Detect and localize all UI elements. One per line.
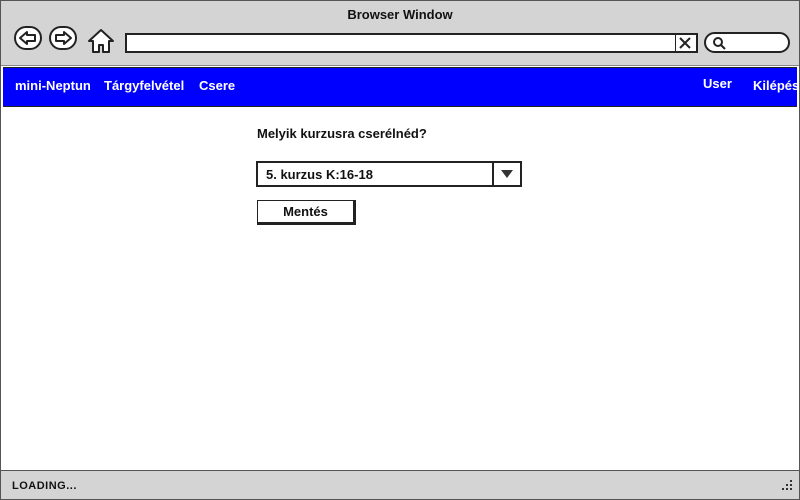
forward-button[interactable]	[49, 26, 77, 50]
nav-mini-neptun[interactable]: mini-Neptun	[15, 78, 91, 93]
nav-targyfelvetel[interactable]: Tárgyfelvétel	[104, 78, 184, 93]
status-text: LOADING...	[12, 480, 77, 492]
resize-grip-icon[interactable]	[781, 479, 793, 491]
status-bar: LOADING...	[1, 470, 799, 499]
back-arrow-icon	[19, 31, 36, 45]
clear-address-button[interactable]	[675, 35, 694, 51]
browser-window: Browser Window mini-Neptun Tárgyfelvétel…	[0, 0, 800, 500]
search-input[interactable]	[704, 32, 790, 53]
nav-user[interactable]: User	[703, 76, 732, 91]
search-icon	[713, 37, 726, 50]
home-icon	[88, 29, 114, 53]
course-question-label: Melyik kurzusra cserélnéd?	[257, 126, 427, 141]
nav-kilepes[interactable]: Kilépés	[753, 78, 799, 93]
nav-csere[interactable]: Csere	[199, 78, 235, 93]
chevron-down-icon	[501, 170, 513, 178]
window-title: Browser Window	[347, 7, 453, 22]
home-button[interactable]	[87, 27, 115, 55]
save-button[interactable]: Mentés	[257, 200, 356, 225]
forward-arrow-icon	[55, 31, 72, 45]
address-bar[interactable]	[125, 33, 698, 53]
back-button[interactable]	[14, 26, 42, 50]
course-select-toggle[interactable]	[492, 163, 520, 185]
close-icon	[679, 37, 691, 49]
course-select-value: 5. kurzus K:16-18	[266, 167, 373, 182]
top-navigation: mini-Neptun Tárgyfelvétel Csere User Kil…	[3, 67, 799, 107]
browser-toolbar: Browser Window	[1, 1, 799, 66]
course-select[interactable]: 5. kurzus K:16-18	[256, 161, 522, 187]
